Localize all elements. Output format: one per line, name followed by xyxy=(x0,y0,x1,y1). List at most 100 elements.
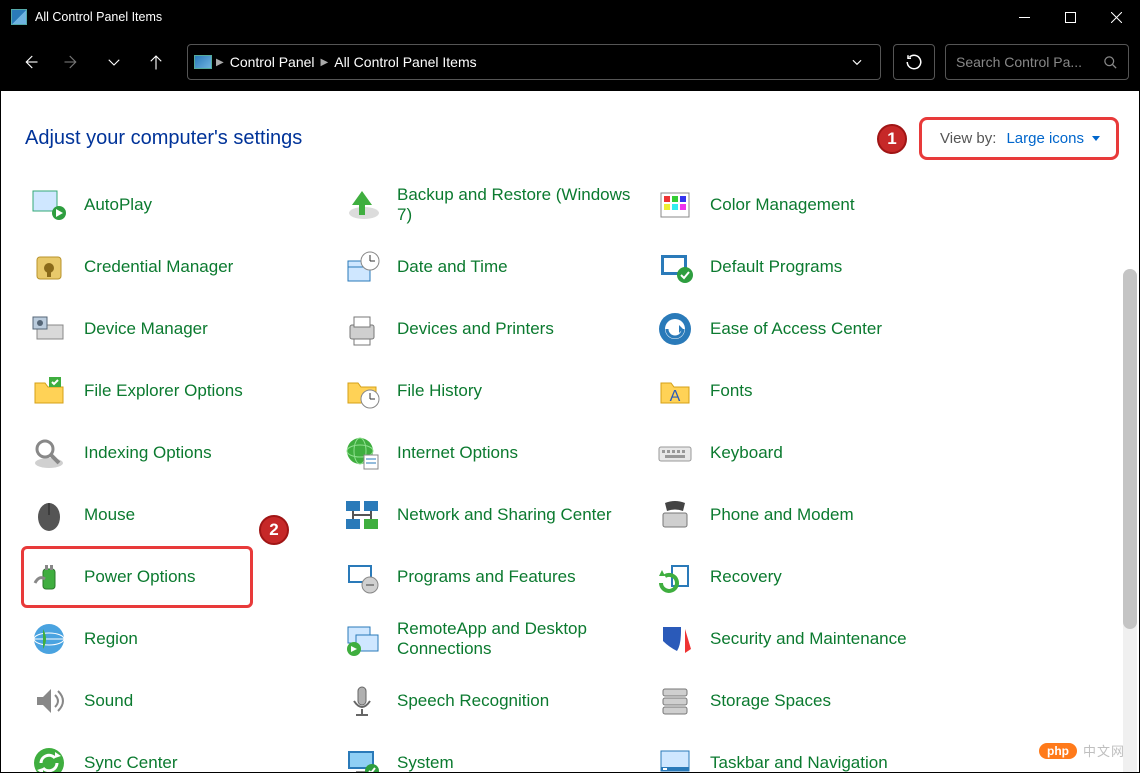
cpl-item-label: Region xyxy=(84,629,138,649)
cpl-item-label: Devices and Printers xyxy=(397,319,554,339)
sound-icon xyxy=(28,680,70,722)
cpl-item-speech[interactable]: Speech Recognition xyxy=(334,670,647,732)
file-explorer-options-icon xyxy=(28,370,70,412)
back-button[interactable] xyxy=(11,43,49,81)
taskbar-icon xyxy=(654,742,696,772)
cpl-item-label: Backup and Restore (Windows 7) xyxy=(397,185,638,224)
internet-options-icon xyxy=(341,432,383,474)
cpl-item-region[interactable]: Region xyxy=(21,608,334,670)
cpl-item-sync-center[interactable]: Sync Center xyxy=(21,732,334,772)
cpl-item-device-manager[interactable]: Device Manager xyxy=(21,298,334,360)
watermark-text: 中文网 xyxy=(1083,741,1125,760)
cpl-item-label: Network and Sharing Center xyxy=(397,505,612,525)
cpl-item-sound[interactable]: Sound xyxy=(21,670,334,732)
cpl-item-label: Color Management xyxy=(710,195,855,215)
system-icon xyxy=(341,742,383,772)
cpl-item-label: Security and Maintenance xyxy=(710,629,907,649)
cpl-item-label: RemoteApp and Desktop Connections xyxy=(397,619,638,658)
recovery-icon xyxy=(654,556,696,598)
address-bar[interactable]: ▶ Control Panel ▶ All Control Panel Item… xyxy=(187,44,881,80)
cpl-item-label: Taskbar and Navigation xyxy=(710,753,888,772)
cpl-item-fonts[interactable]: AFonts xyxy=(647,360,1139,422)
cpl-item-label: Storage Spaces xyxy=(710,691,831,711)
cpl-item-security-maintenance[interactable]: Security and Maintenance xyxy=(647,608,1139,670)
app-icon xyxy=(11,9,27,25)
cpl-item-programs-features[interactable]: Programs and Features xyxy=(334,546,647,608)
content-area: Adjust your computer's settings 1 View b… xyxy=(1,91,1139,772)
watermark-chip: php xyxy=(1039,743,1077,759)
title-bar: All Control Panel Items xyxy=(1,1,1139,33)
items-grid: AutoPlay Backup and Restore (Windows 7) Co… xyxy=(7,174,1139,772)
cpl-item-color-mgmt[interactable]: Color Management xyxy=(647,174,1139,236)
sync-center-icon xyxy=(28,742,70,772)
cpl-item-label: Power Options xyxy=(84,567,196,587)
cpl-item-credential[interactable]: Credential Manager xyxy=(21,236,334,298)
file-history-icon xyxy=(341,370,383,412)
cpl-item-default-programs[interactable]: Default Programs xyxy=(647,236,1139,298)
cpl-item-network-sharing[interactable]: Network and Sharing Center xyxy=(334,484,647,546)
cpl-item-label: AutoPlay xyxy=(84,195,152,215)
cpl-item-remoteapp[interactable]: RemoteApp and Desktop Connections xyxy=(334,608,647,670)
annotation-callout-1: 1 xyxy=(877,124,907,154)
close-button[interactable] xyxy=(1093,1,1139,33)
cpl-item-file-history[interactable]: File History xyxy=(334,360,647,422)
cpl-item-recovery[interactable]: Recovery xyxy=(647,546,1139,608)
cpl-item-autoplay[interactable]: AutoPlay xyxy=(21,174,334,236)
cpl-item-power-options[interactable]: Power Options xyxy=(21,546,253,608)
cpl-item-storage-spaces[interactable]: Storage Spaces xyxy=(647,670,1139,732)
control-panel-icon xyxy=(194,55,212,69)
cpl-item-system[interactable]: System xyxy=(334,732,647,772)
refresh-button[interactable] xyxy=(893,44,935,80)
region-icon xyxy=(28,618,70,660)
cpl-item-indexing[interactable]: Indexing Options xyxy=(21,422,334,484)
color-mgmt-icon xyxy=(654,184,696,226)
watermark: php 中文网 xyxy=(1039,741,1125,760)
chevron-right-icon[interactable]: ▶ xyxy=(216,57,224,68)
datetime-icon xyxy=(341,246,383,288)
programs-features-icon xyxy=(341,556,383,598)
storage-spaces-icon xyxy=(654,680,696,722)
nav-bar: ▶ Control Panel ▶ All Control Panel Item… xyxy=(1,33,1139,91)
svg-text:A: A xyxy=(670,388,681,405)
security-maintenance-icon xyxy=(654,618,696,660)
cpl-item-label: Keyboard xyxy=(710,443,783,463)
credential-icon xyxy=(28,246,70,288)
maximize-button[interactable] xyxy=(1047,1,1093,33)
cpl-item-label: Sync Center xyxy=(84,753,178,772)
scrollbar-thumb[interactable] xyxy=(1123,269,1137,629)
cpl-item-devices-printers[interactable]: Devices and Printers xyxy=(334,298,647,360)
default-programs-icon xyxy=(654,246,696,288)
cpl-item-label: Phone and Modem xyxy=(710,505,854,525)
cpl-item-keyboard[interactable]: Keyboard xyxy=(647,422,1139,484)
forward-button[interactable] xyxy=(53,43,91,81)
breadcrumb-control-panel[interactable]: Control Panel xyxy=(224,54,321,70)
up-button[interactable] xyxy=(137,43,175,81)
page-title: Adjust your computer's settings xyxy=(25,127,877,150)
cpl-item-file-explorer-options[interactable]: File Explorer Options xyxy=(21,360,334,422)
recent-locations-button[interactable] xyxy=(95,43,133,81)
cpl-item-label: Mouse xyxy=(84,505,135,525)
search-icon xyxy=(1103,55,1118,70)
chevron-down-icon[interactable] xyxy=(850,55,864,69)
breadcrumb-all-items[interactable]: All Control Panel Items xyxy=(328,54,482,70)
cpl-item-ease-of-access[interactable]: Ease of Access Center xyxy=(647,298,1139,360)
device-manager-icon xyxy=(28,308,70,350)
window-title: All Control Panel Items xyxy=(35,10,162,24)
search-input[interactable]: Search Control Pa... xyxy=(945,44,1129,80)
cpl-item-label: Internet Options xyxy=(397,443,518,463)
cpl-item-backup[interactable]: Backup and Restore (Windows 7) xyxy=(334,174,647,236)
annotation-callout-2: 2 xyxy=(259,515,289,545)
cpl-item-internet-options[interactable]: Internet Options xyxy=(334,422,647,484)
cpl-item-phone-modem[interactable]: Phone and Modem xyxy=(647,484,1139,546)
cpl-item-datetime[interactable]: Date and Time xyxy=(334,236,647,298)
header-row: Adjust your computer's settings 1 View b… xyxy=(7,91,1139,174)
cpl-item-label: File Explorer Options xyxy=(84,381,243,401)
network-sharing-icon xyxy=(341,494,383,536)
minimize-button[interactable] xyxy=(1001,1,1047,33)
remoteapp-icon xyxy=(341,618,383,660)
view-by-selector[interactable]: View by: Large icons xyxy=(919,117,1119,160)
search-placeholder: Search Control Pa... xyxy=(956,54,1082,70)
chevron-right-icon[interactable]: ▶ xyxy=(321,57,329,68)
phone-modem-icon xyxy=(654,494,696,536)
backup-icon xyxy=(341,184,383,226)
